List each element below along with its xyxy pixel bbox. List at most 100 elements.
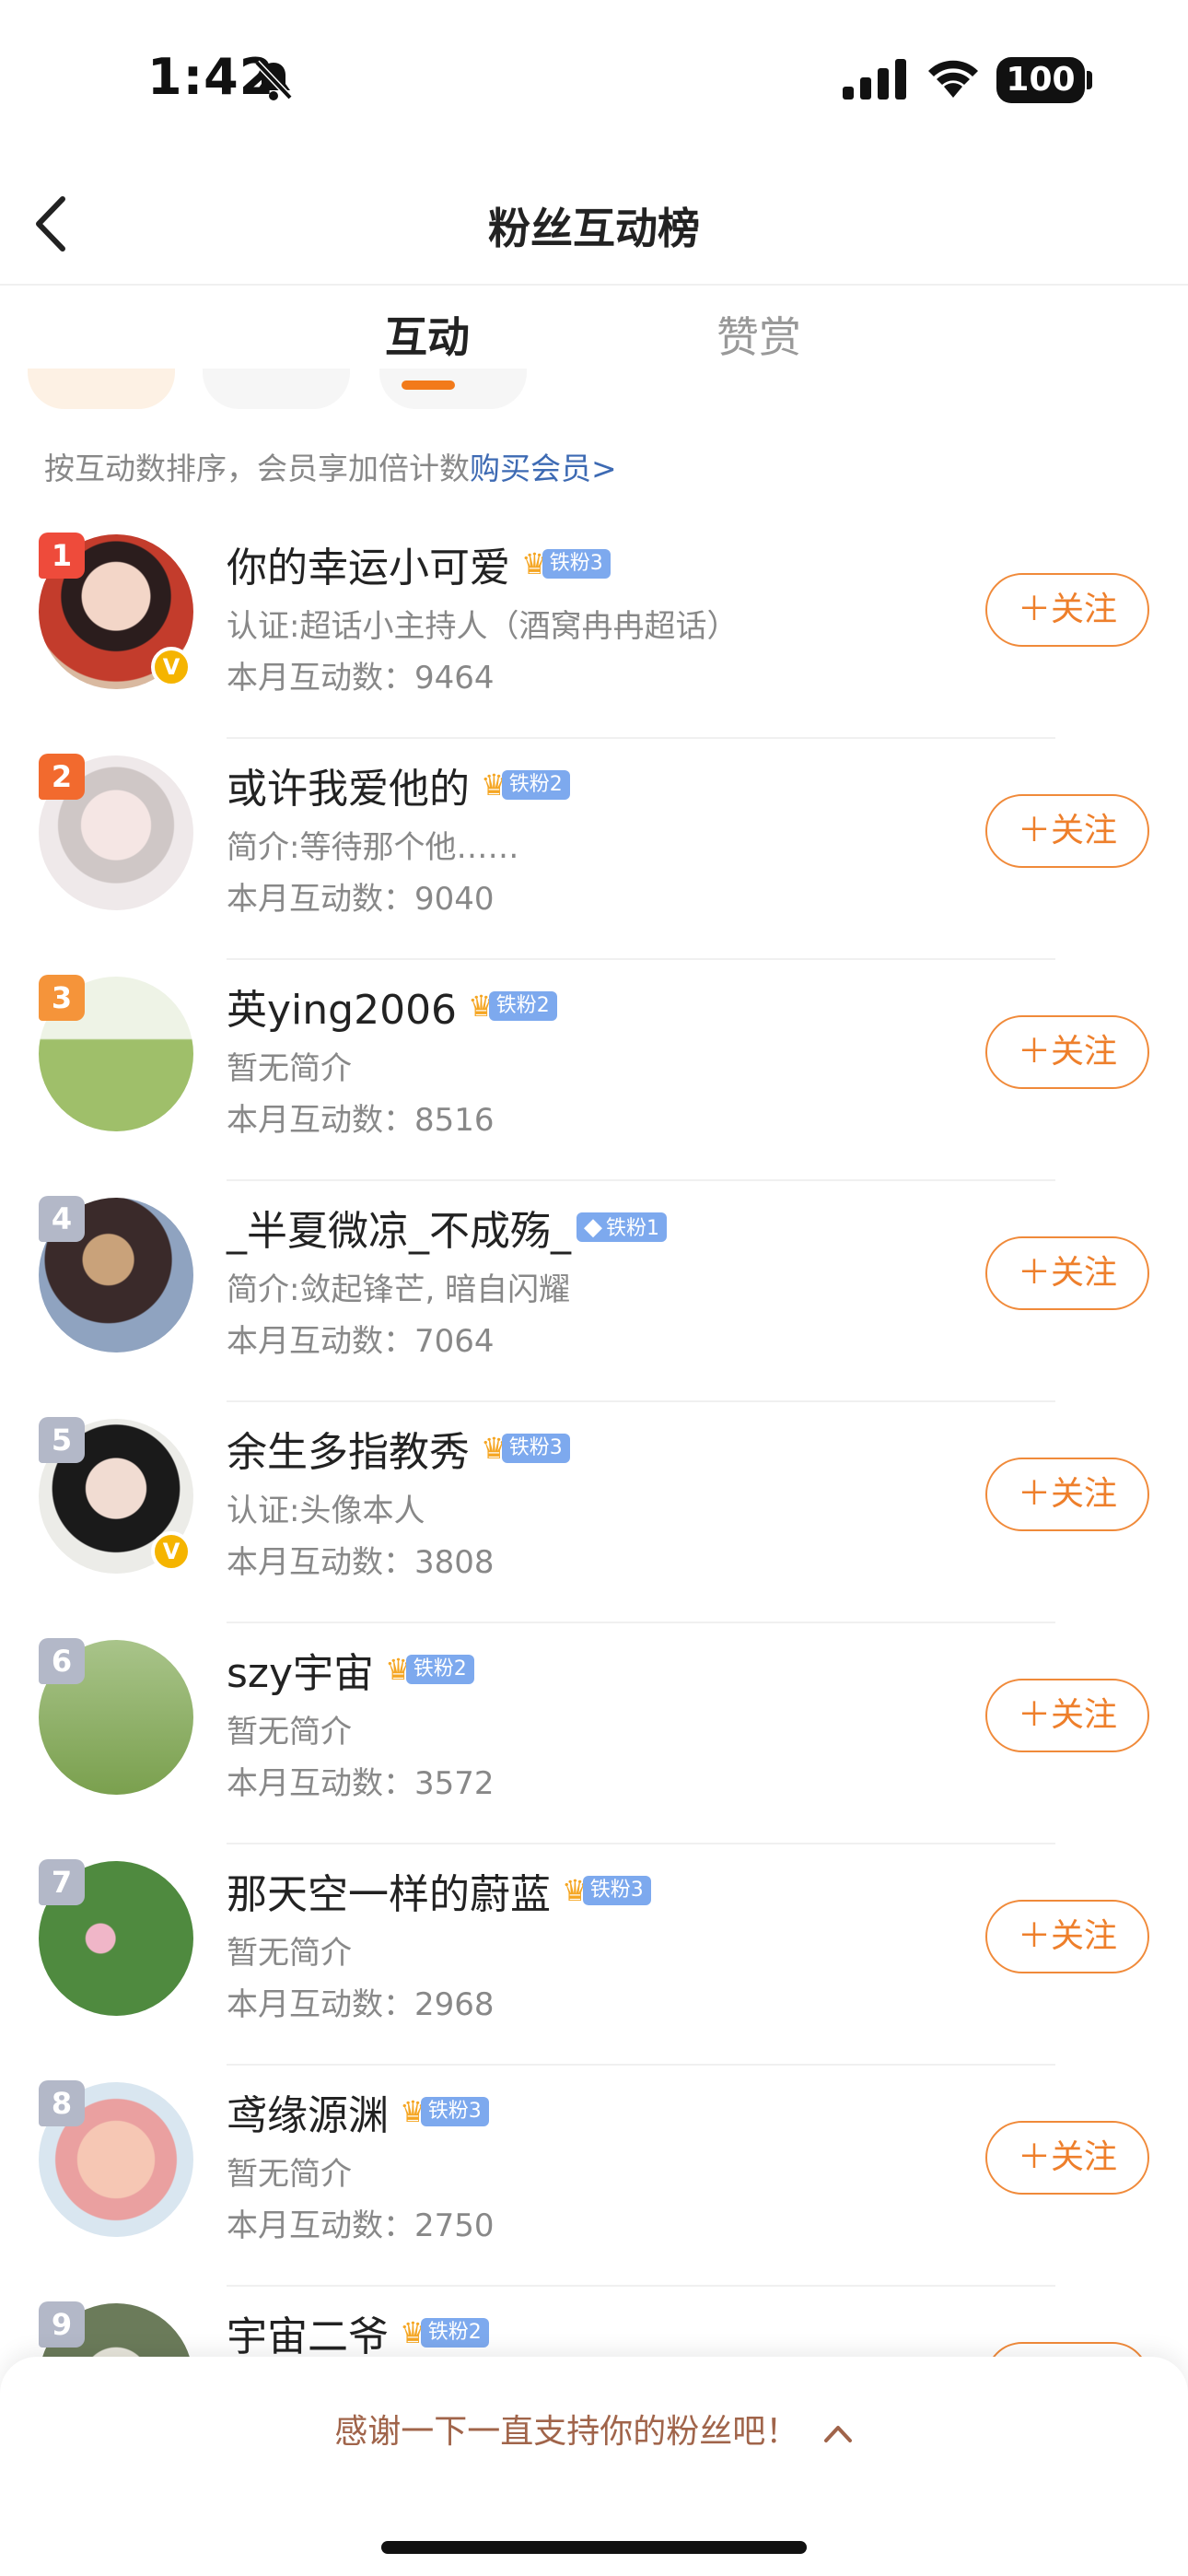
rank-badge: 2	[39, 754, 85, 800]
tab-indicator	[402, 381, 455, 390]
fan-level-text: 铁粉3	[427, 2100, 482, 2123]
fan-level-badge: 铁粉2	[488, 991, 557, 1021]
fan-description: 认证:超话小主持人（酒窝冉冉超话）	[227, 608, 739, 645]
battery-tip	[1087, 71, 1092, 89]
fan-level-badge: 铁粉3	[501, 1434, 570, 1463]
tab-interaction[interactable]: 互动	[385, 304, 470, 365]
fan-name[interactable]: 或许我爱他的	[227, 755, 470, 814]
fan-row[interactable]: 7 那天空一样的蔚蓝 ♛ 铁粉3 暂无简介 本月互动数：2968 ＋关注	[0, 1844, 1188, 2066]
fan-row[interactable]: 6 szy宇宙 ♛ 铁粉2 暂无简介 本月互动数：3572 ＋关注	[0, 1623, 1188, 1844]
rank-badge: 6	[39, 1638, 85, 1684]
fan-description: 认证:头像本人	[227, 1493, 425, 1529]
interaction-count: 本月互动数：9464	[227, 660, 495, 697]
home-indicator	[381, 2541, 807, 2554]
fan-name[interactable]: 英ying2006	[227, 977, 457, 1036]
bottom-sheet[interactable]: 感谢一下一直支持你的粉丝吧！	[0, 2357, 1188, 2576]
fan-description: 暂无简介	[227, 2156, 352, 2193]
fan-badge: ♛ 铁粉3	[521, 547, 611, 580]
follow-button[interactable]: ＋关注	[985, 1900, 1149, 1973]
tab-reward[interactable]: 赞赏	[716, 304, 801, 365]
header-divider	[0, 284, 1188, 286]
fan-description: 暂无简介	[227, 1050, 352, 1087]
follow-button[interactable]: ＋关注	[985, 1236, 1149, 1310]
interaction-count: 本月互动数：8516	[227, 1102, 495, 1139]
fan-description: 暂无简介	[227, 1935, 352, 1972]
follow-button[interactable]: ＋关注	[985, 794, 1149, 868]
rank-badge: 1	[39, 533, 85, 579]
fan-level-text: 铁粉3	[589, 1879, 644, 1902]
follow-button[interactable]: ＋关注	[985, 2121, 1149, 2195]
interaction-count: 本月互动数：2750	[227, 2207, 495, 2244]
fan-name[interactable]: 你的幸运小可爱	[227, 534, 510, 593]
fan-level-text: 铁粉2	[495, 994, 550, 1017]
fan-level-text: 铁粉2	[413, 1657, 467, 1680]
fan-level-text: 铁粉2	[508, 773, 563, 796]
thanks-prompt[interactable]: 感谢一下一直支持你的粉丝吧！	[0, 2405, 1188, 2453]
fan-row[interactable]: 8 鸢缘源渊 ♛ 铁粉3 暂无简介 本月互动数：2750 ＋关注	[0, 2066, 1188, 2287]
name-line: szy宇宙 ♛ 铁粉2	[227, 1640, 474, 1699]
fan-name[interactable]: _半夏微凉_不成殇_	[227, 1198, 571, 1257]
chevron-up-icon	[823, 2426, 852, 2442]
fan-level-badge: 铁粉2	[501, 770, 570, 800]
fan-name[interactable]: szy宇宙	[227, 1640, 374, 1699]
fan-badge: ◆ 铁粉1	[577, 1211, 667, 1244]
fan-badge: ♛ 铁粉2	[481, 768, 570, 802]
interaction-count: 本月互动数：3572	[227, 1765, 495, 1802]
interaction-count: 本月互动数：9040	[227, 881, 495, 918]
verified-icon: V	[151, 647, 192, 687]
wifi-icon	[928, 60, 978, 98]
interaction-count: 本月互动数：7064	[227, 1323, 495, 1360]
fan-badge: ♛ 铁粉2	[400, 2316, 489, 2349]
fan-name[interactable]: 鸢缘源渊	[227, 2082, 389, 2141]
fan-badge: ♛ 铁粉3	[562, 1874, 651, 1907]
bell-muted-icon	[254, 60, 293, 100]
fan-badge: ♛ 铁粉2	[385, 1653, 474, 1686]
name-line: 宇宙二爷 ♛ 铁粉2	[227, 2303, 489, 2362]
fan-level-badge: 铁粉3	[542, 549, 611, 579]
fan-name[interactable]: 宇宙二爷	[227, 2303, 389, 2362]
follow-button[interactable]: ＋关注	[985, 1679, 1149, 1752]
filter-chip[interactable]	[28, 369, 175, 409]
fan-description: 暂无简介	[227, 1714, 352, 1751]
fan-level-badge: 铁粉3	[582, 1876, 651, 1905]
rank-badge: 3	[39, 975, 85, 1021]
name-line: 余生多指教秀 ♛ 铁粉3	[227, 1419, 570, 1478]
fan-level-text: 铁粉3	[549, 552, 603, 575]
fan-description: 简介:等待那个他……	[227, 829, 519, 866]
rank-badge: 4	[39, 1196, 85, 1242]
fan-badge: ♛ 铁粉3	[481, 1432, 570, 1465]
buy-membership-link[interactable]: 购买会员>	[470, 451, 617, 486]
fan-level-badge: 铁粉2	[405, 1655, 474, 1684]
fan-badge: ♛ 铁粉2	[468, 989, 557, 1023]
fan-row[interactable]: 1 V 你的幸运小可爱 ♛ 铁粉3 认证:超话小主持人（酒窝冉冉超话） 本月互动…	[0, 518, 1188, 739]
follow-button[interactable]: ＋关注	[985, 573, 1149, 647]
sort-note-text: 按互动数排序，会员享加倍计数	[44, 451, 470, 486]
name-line: 英ying2006 ♛ 铁粉2	[227, 977, 557, 1036]
follow-button[interactable]: ＋关注	[985, 1458, 1149, 1531]
fan-level-badge: 铁粉3	[420, 2097, 489, 2126]
fan-row[interactable]: 5 V 余生多指教秀 ♛ 铁粉3 认证:头像本人 本月互动数：3808 ＋关注	[0, 1402, 1188, 1623]
page-title: 粉丝互动榜	[488, 204, 700, 253]
diamond-icon: ◆	[584, 1213, 602, 1241]
filter-chip[interactable]	[203, 369, 350, 409]
name-line: 鸢缘源渊 ♛ 铁粉3	[227, 2082, 489, 2141]
follow-button[interactable]: ＋关注	[985, 1015, 1149, 1089]
fan-level-text: 铁粉1	[606, 1217, 659, 1240]
interaction-count: 本月互动数：2968	[227, 1986, 495, 2023]
rank-badge: 9	[39, 2301, 85, 2348]
name-line: 那天空一样的蔚蓝 ♛ 铁粉3	[227, 1861, 651, 1920]
signal-icon	[843, 59, 906, 100]
fan-row[interactable]: 3 英ying2006 ♛ 铁粉2 暂无简介 本月互动数：8516 ＋关注	[0, 960, 1188, 1181]
fan-name[interactable]: 那天空一样的蔚蓝	[227, 1861, 551, 1920]
fan-level-badge: ◆ 铁粉1	[577, 1212, 667, 1242]
sort-note: 按互动数排序，会员享加倍计数购买会员>	[44, 444, 617, 488]
fan-row[interactable]: 4 _半夏微凉_不成殇_ ◆ 铁粉1 简介:敛起锋芒, 暗自闪耀 本月互动数：70…	[0, 1181, 1188, 1402]
name-line: 你的幸运小可爱 ♛ 铁粉3	[227, 534, 611, 593]
battery-indicator: 100	[996, 57, 1085, 103]
rank-badge: 8	[39, 2080, 85, 2126]
fan-row[interactable]: 2 或许我爱他的 ♛ 铁粉2 简介:等待那个他…… 本月互动数：9040 ＋关注	[0, 739, 1188, 960]
fan-badge: ♛ 铁粉3	[400, 2095, 489, 2128]
interaction-count: 本月互动数：3808	[227, 1544, 495, 1581]
fan-name[interactable]: 余生多指教秀	[227, 1419, 470, 1478]
rank-badge: 7	[39, 1859, 85, 1905]
